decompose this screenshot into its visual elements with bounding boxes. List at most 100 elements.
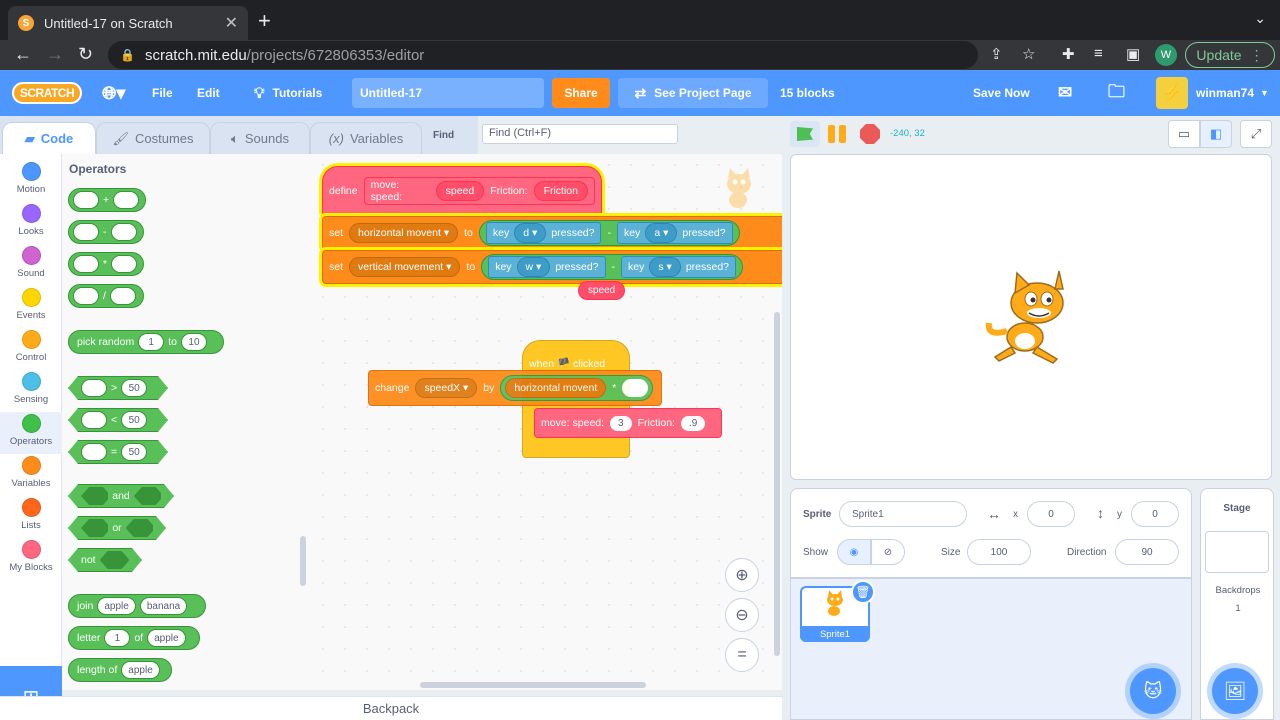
palette-scrollbar[interactable] xyxy=(300,536,306,586)
media-icon[interactable]: ≡ xyxy=(1094,45,1103,62)
y-input[interactable]: 0 xyxy=(1131,501,1179,527)
workspace-vertical-scrollbar[interactable] xyxy=(774,312,780,656)
share-page-icon[interactable]: ⇪ xyxy=(990,45,1003,63)
key-dropdown-a[interactable]: a ▾ xyxy=(645,223,678,243)
bookmark-star-icon[interactable]: ☆ xyxy=(1022,45,1035,63)
normal-stage-button[interactable]: ◧ xyxy=(1200,120,1232,148)
workspace-horizontal-scrollbar[interactable] xyxy=(420,682,646,688)
bool-slot[interactable] xyxy=(126,519,153,537)
account-menu[interactable]: ⚡ winman74 ▼ xyxy=(1156,70,1269,116)
block-or[interactable]: or xyxy=(68,516,166,540)
bool-slot[interactable] xyxy=(134,487,161,505)
key-d-pressed[interactable]: key d ▾ pressed? xyxy=(485,222,602,244)
x-input[interactable]: 0 xyxy=(1027,501,1075,527)
close-tab-icon[interactable]: ✕ xyxy=(225,13,238,33)
tab-sounds[interactable]: 🔈︎ Sounds xyxy=(210,122,310,154)
subtract-reporter[interactable]: key w ▾ pressed? - key s ▾ pressed? xyxy=(481,254,744,280)
block-equals[interactable]: = 50 xyxy=(68,440,168,464)
tab-costumes[interactable]: 🖌︎ Costumes xyxy=(96,122,210,154)
tab-search-chevron-icon[interactable]: ⌄ xyxy=(1254,10,1266,27)
new-tab-icon[interactable]: + xyxy=(258,8,271,34)
pause-button[interactable] xyxy=(828,125,848,143)
sidebar-icon[interactable]: ▣ xyxy=(1126,45,1140,63)
join-a-slot[interactable]: apple xyxy=(97,597,136,615)
block-less-than[interactable]: <50 xyxy=(68,408,168,432)
fullscreen-button[interactable]: ⤢ xyxy=(1240,120,1272,148)
choose-backdrop-button[interactable]: 🖼︎ xyxy=(1212,668,1258,714)
block-letter-of[interactable]: letter 1 of apple xyxy=(68,626,200,650)
pick-from-slot[interactable]: 1 xyxy=(138,333,165,351)
letter-of-slot[interactable]: apple xyxy=(147,629,186,647)
save-now-button[interactable]: Save Now xyxy=(973,70,1030,116)
stage-canvas[interactable] xyxy=(790,154,1272,480)
key-dropdown-d[interactable]: d ▾ xyxy=(514,223,547,243)
browser-tab[interactable]: S Untitled-17 on Scratch ✕ xyxy=(8,6,248,40)
slot[interactable] xyxy=(73,223,99,241)
url-field[interactable]: 🔒 scratch.mit.edu/projects/672806353/edi… xyxy=(108,41,978,69)
key-w-pressed[interactable]: key w ▾ pressed? xyxy=(488,256,606,278)
move-call-block[interactable]: move: speed: 3 Friction: .9 xyxy=(534,408,722,438)
category-control[interactable]: Control xyxy=(0,328,62,370)
delete-sprite-button[interactable]: 🗑︎ xyxy=(851,580,875,604)
size-input[interactable]: 100 xyxy=(967,539,1031,565)
arg-speed[interactable]: speed xyxy=(435,181,485,201)
stop-button[interactable] xyxy=(860,124,880,144)
file-menu[interactable]: File xyxy=(152,70,173,116)
category-operators[interactable]: Operators xyxy=(0,412,62,454)
show-visible-button[interactable]: ◉ xyxy=(837,539,871,565)
update-button[interactable]: Update ⋮ xyxy=(1185,42,1275,68)
multiply-reporter[interactable]: horizontal movent * xyxy=(500,375,654,401)
messages-envelope-icon[interactable]: ✉ xyxy=(1058,70,1072,116)
proc-prototype[interactable]: move: speed: speed Friction: Friction xyxy=(363,177,595,205)
var-dropdown-speedx[interactable]: speedX ▾ xyxy=(415,378,478,398)
tutorials-button[interactable]: 💡︎ Tutorials xyxy=(254,70,322,116)
arg-friction[interactable]: Friction xyxy=(533,181,588,201)
slot[interactable] xyxy=(110,223,137,241)
edit-menu[interactable]: Edit xyxy=(197,70,220,116)
extensions-icon[interactable]: ✚ xyxy=(1062,45,1075,63)
tab-code[interactable]: ▰ Code xyxy=(2,122,96,154)
choose-sprite-button[interactable]: 🐱︎ xyxy=(1130,668,1176,714)
slot[interactable] xyxy=(81,411,107,429)
slot[interactable] xyxy=(113,191,140,209)
cmp-slot[interactable]: 50 xyxy=(121,379,147,397)
length-slot[interactable]: apple xyxy=(121,661,160,679)
find-input[interactable]: Find (Ctrl+F) xyxy=(482,124,678,144)
category-lists[interactable]: Lists xyxy=(0,496,62,538)
horizontal-movent-reporter[interactable]: horizontal movent xyxy=(505,378,607,398)
multiply-slot[interactable] xyxy=(622,379,649,397)
block-multiply[interactable]: * xyxy=(68,252,144,276)
block-pick-random[interactable]: pick random 1 to 10 xyxy=(68,330,224,354)
var-dropdown-horizontal[interactable]: horizontal movent ▾ xyxy=(349,223,459,243)
letter-n-slot[interactable]: 1 xyxy=(104,629,131,647)
subtract-reporter[interactable]: key d ▾ pressed? - key a ▾ pressed? xyxy=(478,220,740,246)
category-sensing[interactable]: Sensing xyxy=(0,370,62,412)
category-looks[interactable]: Looks xyxy=(0,202,62,244)
set-vertical-block[interactable]: set vertical movement ▾ to key w ▾ press… xyxy=(322,250,782,284)
category-variables[interactable]: Variables xyxy=(0,454,62,496)
slot[interactable] xyxy=(73,191,99,209)
stage-thumbnail[interactable] xyxy=(1205,531,1269,573)
cmp-slot[interactable]: 50 xyxy=(121,443,147,461)
show-hidden-button[interactable]: ⊘ xyxy=(871,539,905,565)
var-dropdown-vertical[interactable]: vertical movement ▾ xyxy=(349,257,461,277)
scratch-logo[interactable]: SCRATCH xyxy=(12,82,82,104)
zoom-reset-button[interactable]: = xyxy=(725,638,759,672)
block-join[interactable]: join apple banana xyxy=(68,594,206,618)
cmp-slot[interactable]: 50 xyxy=(121,411,147,429)
green-flag-button[interactable] xyxy=(790,121,820,147)
backpack-bar[interactable]: Backpack xyxy=(0,696,782,720)
small-stage-button[interactable]: ▭ xyxy=(1168,120,1200,148)
bool-slot[interactable] xyxy=(81,519,108,537)
project-title-input[interactable]: Untitled-17 xyxy=(352,78,544,108)
zoom-out-button[interactable]: ⊖ xyxy=(725,598,759,632)
block-add[interactable]: + xyxy=(68,188,146,212)
key-s-pressed[interactable]: key s ▾ pressed? xyxy=(621,256,737,278)
forward-arrow-icon[interactable]: → xyxy=(46,44,64,65)
block-not[interactable]: not xyxy=(68,548,142,572)
slot[interactable] xyxy=(81,379,107,397)
bool-slot[interactable] xyxy=(81,487,108,505)
pick-to-slot[interactable]: 10 xyxy=(180,333,207,351)
category-motion[interactable]: Motion xyxy=(0,160,62,202)
language-globe-icon[interactable]: 🌐︎▾ xyxy=(102,70,125,116)
